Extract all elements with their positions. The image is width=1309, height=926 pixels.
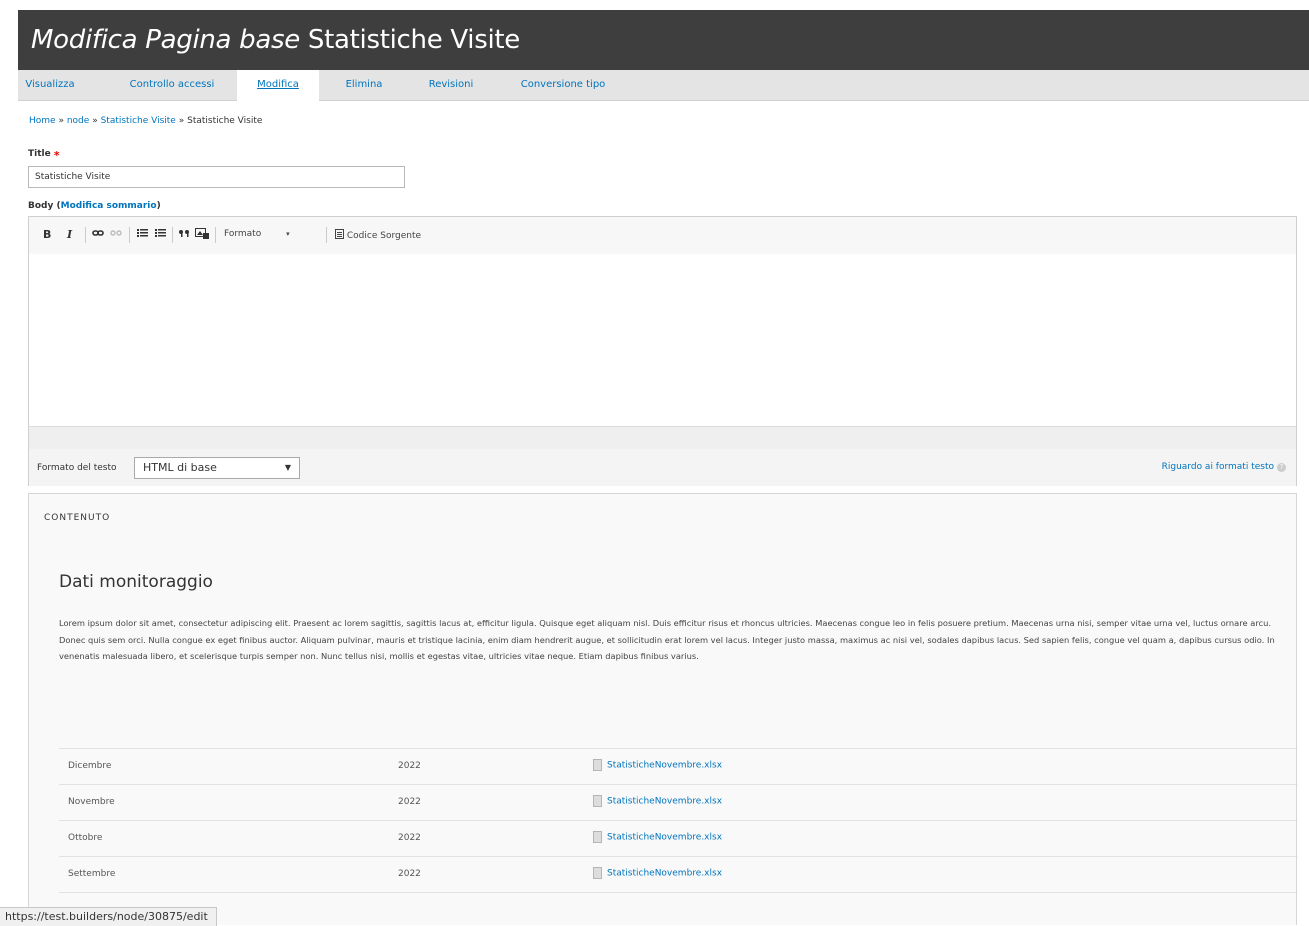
table-row: Ottobre 2022 StatisticheNovembre.xlsx — [59, 821, 1298, 857]
link-icon[interactable] — [92, 228, 104, 241]
content-caption: CONTENUTO — [44, 513, 111, 523]
format-help-link[interactable]: Riguardo ai formati testo? — [1162, 462, 1286, 472]
file-icon — [593, 867, 602, 879]
toolbar-separator — [215, 227, 216, 243]
source-code-label: Codice Sorgente — [346, 231, 422, 241]
month-cell: Settembre — [68, 869, 116, 879]
text-format-value: HTML di base — [143, 461, 217, 474]
file-link-text: StatisticheNovembre.xlsx — [607, 796, 723, 807]
file-icon — [593, 795, 602, 807]
file-icon — [593, 759, 602, 771]
body-label-text: Body — [28, 201, 54, 211]
source-code-button[interactable]: Codice Sorgente — [335, 229, 421, 241]
chevron-down-icon: ▼ — [284, 463, 291, 472]
file-link-text: StatisticheNovembre.xlsx — [607, 832, 723, 843]
image-icon[interactable] — [195, 228, 209, 242]
editor-toolbar: B I Formato ▾ Codice Sorgente — [29, 217, 1296, 255]
content-paragraph: Lorem ipsum dolor sit amet, consectetur … — [59, 618, 1275, 661]
format-help-text: Riguardo ai formati testo — [1161, 462, 1274, 472]
editor-status-bar — [29, 426, 1296, 450]
body-editor: B I Formato ▾ Codice Sorgente Formato de… — [28, 216, 1297, 486]
chevron-down-icon: ▾ — [286, 230, 290, 238]
breadcrumb-separator: » — [178, 116, 185, 126]
required-marker: * — [53, 149, 60, 162]
browser-status-url: https://test.builders/node/30875/edit — [0, 907, 217, 926]
blockquote-icon[interactable] — [178, 228, 190, 241]
page-header: Modifica Pagina base Statistiche Visite — [18, 10, 1309, 70]
breadcrumb-node[interactable]: node — [67, 116, 89, 126]
breadcrumb-separator: » — [58, 116, 64, 126]
tab-modifica[interactable]: Modifica — [237, 70, 319, 101]
file-link[interactable]: StatisticheNovembre.xlsx — [593, 759, 722, 771]
file-link[interactable]: StatisticheNovembre.xlsx — [593, 831, 722, 843]
tab-conversione-tipo[interactable]: Conversione tipo — [508, 70, 618, 100]
primary-tabs: Visualizza Controllo accessi Modifica El… — [18, 70, 1309, 101]
month-cell: Ottobre — [68, 833, 103, 843]
toolbar-separator — [172, 227, 173, 243]
editor-content-area[interactable] — [29, 254, 1296, 426]
statistics-table: Dicembre 2022 StatisticheNovembre.xlsx N… — [59, 748, 1298, 893]
year-cell: 2022 — [398, 869, 421, 879]
italic-button[interactable]: I — [67, 228, 72, 241]
file-link-text: StatisticheNovembre.xlsx — [607, 760, 723, 771]
title-input[interactable]: Statistiche Visite — [28, 166, 405, 188]
breadcrumb: Home » node » Statistiche Visite » Stati… — [29, 116, 262, 126]
file-link[interactable]: StatisticheNovembre.xlsx — [593, 795, 722, 807]
file-link-text: StatisticheNovembre.xlsx — [607, 868, 723, 879]
page-type-label: Modifica Pagina base — [31, 25, 300, 55]
table-row: Settembre 2022 StatisticheNovembre.xlsx — [59, 857, 1298, 893]
bold-button[interactable]: B — [43, 228, 51, 241]
table-row: Dicembre 2022 StatisticheNovembre.xlsx — [59, 748, 1298, 785]
year-cell: 2022 — [398, 797, 421, 807]
toolbar-separator — [129, 227, 130, 243]
title-label-text: Title — [28, 149, 51, 159]
tab-controllo-accessi[interactable]: Controllo accessi — [108, 70, 236, 100]
unlink-icon[interactable] — [110, 228, 122, 241]
numbered-list-icon[interactable] — [155, 228, 167, 241]
source-icon — [335, 229, 347, 241]
year-cell: 2022 — [398, 833, 421, 843]
page-title-text: Statistiche Visite — [307, 25, 520, 55]
file-link[interactable]: StatisticheNovembre.xlsx — [593, 867, 722, 879]
format-dropdown[interactable]: Formato ▾ — [224, 229, 290, 239]
content-section: CONTENUTO Dati monitoraggio Lorem ipsum … — [28, 493, 1298, 925]
toolbar-separator — [326, 227, 327, 243]
content-heading: Dati monitoraggio — [59, 572, 213, 592]
breadcrumb-parent[interactable]: Statistiche Visite — [101, 116, 176, 126]
text-format-row: Formato del testo HTML di base ▼ Riguard… — [29, 449, 1296, 486]
month-cell: Dicembre — [68, 761, 112, 771]
body-label: Body (Modifica sommario) — [28, 201, 161, 211]
month-cell: Novembre — [68, 797, 115, 807]
edit-summary-link[interactable]: Modifica sommario — [61, 201, 157, 211]
breadcrumb-separator: » — [92, 116, 98, 126]
tab-visualizza[interactable]: Visualizza — [18, 70, 82, 100]
text-format-label: Formato del testo — [37, 463, 117, 473]
toolbar-separator — [85, 227, 86, 243]
table-row: Novembre 2022 StatisticheNovembre.xlsx — [59, 785, 1298, 821]
tab-elimina[interactable]: Elimina — [334, 70, 394, 100]
breadcrumb-home[interactable]: Home — [29, 116, 56, 126]
page-title: Modifica Pagina base Statistiche Visite — [31, 10, 1309, 70]
help-icon: ? — [1277, 463, 1286, 472]
text-format-select[interactable]: HTML di base ▼ — [134, 457, 300, 479]
breadcrumb-current: Statistiche Visite — [187, 116, 263, 126]
format-dropdown-label: Formato — [224, 229, 262, 239]
bulleted-list-icon[interactable] — [137, 228, 149, 241]
tab-revisioni[interactable]: Revisioni — [416, 70, 486, 100]
year-cell: 2022 — [398, 761, 421, 771]
title-label: Title * — [28, 149, 60, 162]
file-icon — [593, 831, 602, 843]
